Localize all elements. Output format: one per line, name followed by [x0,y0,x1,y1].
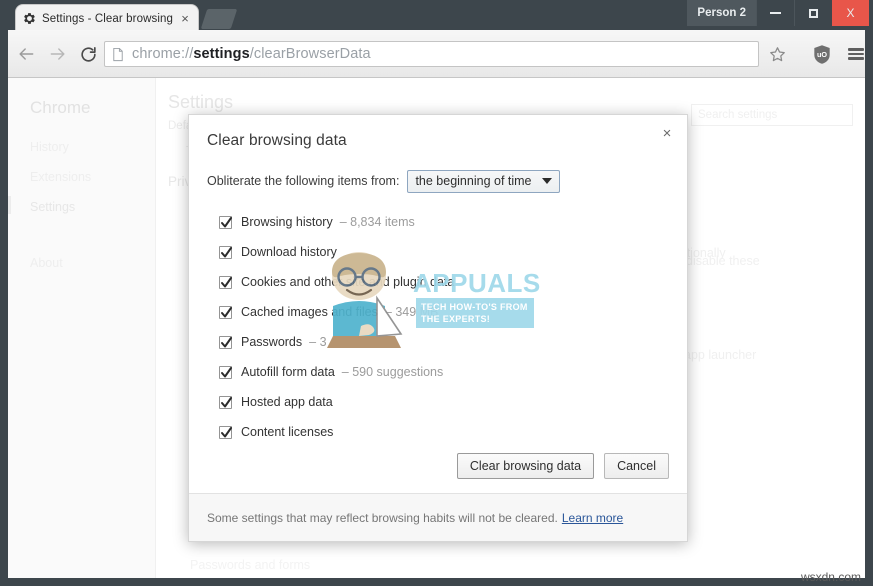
menu-bar-1 [848,48,864,51]
tab-title: Settings - Clear browsing [42,12,173,25]
tab-close-icon[interactable]: × [178,12,192,26]
search-settings-placeholder: Search settings [698,109,778,121]
checkbox-cookies[interactable] [219,275,232,289]
checkbox-label: Content licenses [241,425,334,439]
chevron-down-icon [541,178,552,184]
checkbox-row-hosted-app-data[interactable]: Hosted app data [219,387,659,417]
checkbox-row-browsing-history[interactable]: Browsing history – 8,834 items [219,207,659,237]
omnibox-url-text: chrome://settings/clearBrowserData [132,46,371,62]
checkbox-row-content-licenses[interactable]: Content licenses [219,417,659,447]
sidebar-item-settings[interactable]: Settings [30,200,75,214]
checkbox-label: Browsing history [241,215,333,229]
new-tab-button[interactable] [200,9,238,29]
sidebar-active-indicator [8,196,11,214]
time-range-dropdown[interactable]: the beginning of time [407,169,560,193]
checkbox-label: Cached images and files [241,305,378,319]
sidebar-item-history[interactable]: History [30,140,69,154]
checkbox-download-history[interactable] [219,245,232,259]
checkbox-row-cookies[interactable]: Cookies and other site and plugin data [219,267,659,297]
checkbox-content-licenses[interactable] [219,425,232,439]
checkbox-label: Autofill form data [241,365,335,379]
checkbox-row-autofill[interactable]: Autofill form data – 590 suggestions [219,357,659,387]
learn-more-link[interactable]: Learn more [562,511,623,525]
checkbox-label: Cookies and other site and plugin data [241,275,455,289]
dialog-close-icon[interactable]: × [657,123,677,143]
source-watermark: wsxdn.com [800,570,861,584]
dialog-action-buttons: Clear browsing data Cancel [456,453,669,479]
settings-page-title: Settings [168,92,234,112]
chrome-brand-label: Chrome [30,98,91,117]
window-minimize-button[interactable] [756,0,793,26]
forward-arrow-icon[interactable] [46,42,70,66]
hamburger-menu-icon[interactable] [844,42,868,66]
shield-icon[interactable]: uO [810,42,834,66]
sidebar-item-extensions[interactable]: Extensions [30,170,91,184]
reload-icon[interactable] [76,42,100,66]
checkbox-passwords[interactable] [219,335,232,349]
checkbox-browsing-history[interactable] [219,215,232,229]
clear-browsing-data-button[interactable]: Clear browsing data [456,453,595,479]
window-maximize-button[interactable] [794,0,831,26]
minimize-icon [769,12,781,14]
checkbox-hosted-app-data[interactable] [219,395,232,409]
close-icon: X [846,6,855,20]
profile-name: Person 2 [697,7,746,19]
passwords-and-forms-heading: Passwords and forms [190,558,311,572]
checkbox-autofill[interactable] [219,365,232,379]
sidebar-item-about[interactable]: About [30,256,63,270]
window-close-button[interactable]: X [832,0,869,26]
back-arrow-icon[interactable] [14,42,38,66]
checkbox-count: – 349 MB [384,305,439,319]
title-bar: Settings - Clear browsing × Person 2 X [0,0,873,32]
data-type-checkbox-list: Browsing history – 8,834 items Download … [219,207,659,447]
checkbox-count: – 3 [309,335,327,349]
checkbox-label: Hosted app data [241,395,333,409]
checkbox-row-cached-images[interactable]: Cached images and files – 349 MB [219,297,659,327]
time-range-value: the beginning of time [415,174,532,188]
menu-bar-2 [848,52,864,56]
star-icon[interactable] [765,42,789,66]
checkbox-count: – 590 suggestions [341,365,444,379]
svg-text:uO: uO [817,49,827,58]
clear-browsing-data-dialog: × Clear browsing data Obliterate the fol… [188,114,688,542]
checkbox-label: Download history [241,245,337,259]
gear-icon [22,12,36,26]
cancel-button[interactable]: Cancel [604,453,669,479]
url-path: /clearBrowserData [249,46,371,62]
browser-toolbar: chrome://settings/clearBrowserData uO [8,30,865,78]
dialog-footer-text: Some settings that may reflect browsing … [207,510,558,525]
obliterate-label: Obliterate the following items from: [207,174,400,188]
maximize-icon [808,8,818,18]
checkbox-row-download-history[interactable]: Download history [219,237,659,267]
search-settings-input[interactable]: Search settings [691,104,853,126]
browser-window: Settings - Clear browsing × Person 2 X c… [0,0,873,586]
dialog-title: Clear browsing data [207,132,347,149]
time-range-row: Obliterate the following items from: the… [207,169,560,193]
settings-sidebar: Chrome History Extensions Settings About [8,78,156,578]
profile-chip[interactable]: Person 2 [687,0,756,26]
dialog-footer: Some settings that may reflect browsing … [189,493,687,541]
app-launcher-text: app launcher [684,348,757,362]
checkbox-label: Passwords [241,335,303,349]
address-bar[interactable]: chrome://settings/clearBrowserData [104,41,759,67]
checkbox-count: – 8,834 items [339,215,415,229]
url-scheme: chrome:// [132,46,194,62]
url-host: settings [193,46,250,62]
disable-these-link[interactable]: disable these [686,254,760,268]
page-viewport: Chrome History Extensions Settings About… [8,78,865,578]
page-document-icon [111,47,126,62]
browser-tab[interactable]: Settings - Clear browsing × [16,5,198,32]
checkbox-cached-images[interactable] [219,305,232,319]
checkbox-row-passwords[interactable]: Passwords – 3 [219,327,659,357]
menu-bar-3 [848,57,864,60]
